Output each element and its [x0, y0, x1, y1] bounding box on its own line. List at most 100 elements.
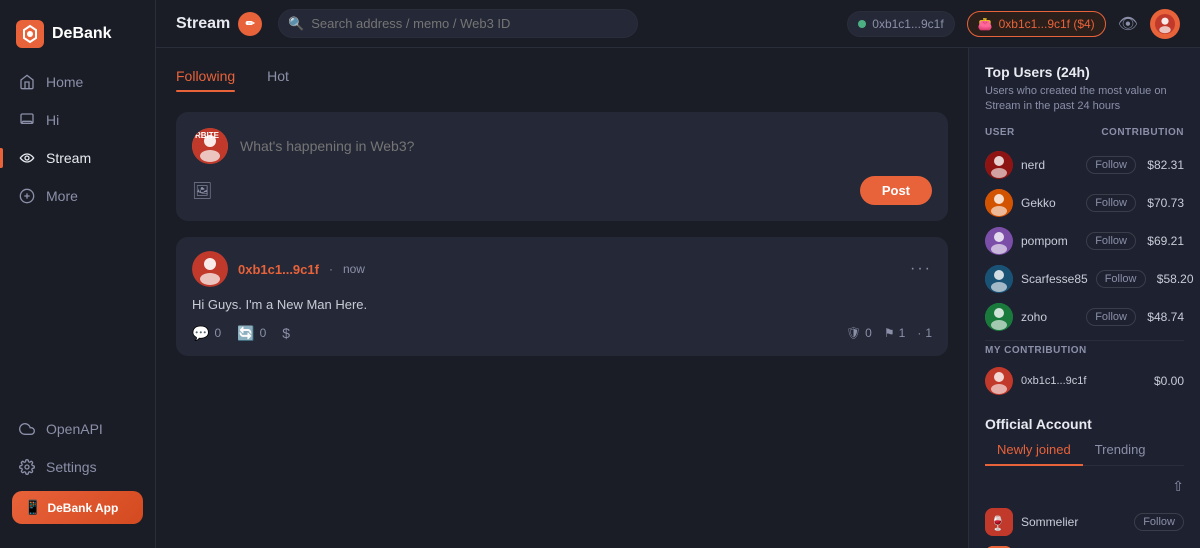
svg-text:🍷: 🍷 — [989, 515, 1006, 532]
sidebar-nav: Home Hi Stream — [0, 64, 155, 403]
official-title: Official Account — [985, 416, 1184, 432]
follow-btn-nerd[interactable]: Follow — [1086, 156, 1136, 174]
user-name-nerd: nerd — [1021, 158, 1078, 172]
sidebar-item-stream[interactable]: Stream — [8, 140, 147, 176]
home-icon — [18, 73, 36, 91]
top-users-section: Top Users (24h) Users who created the mo… — [985, 64, 1184, 400]
score-left: 🛡 0 — [846, 326, 872, 340]
sidebar-item-more[interactable]: More — [8, 178, 147, 214]
page-title: Stream — [176, 15, 230, 33]
sidebar-item-settings[interactable]: Settings — [8, 449, 147, 485]
follow-btn-zoho[interactable]: Follow — [1086, 308, 1136, 326]
edit-icon: ✏ — [246, 17, 255, 30]
user-row-gekko: Gekko Follow $70.73 — [985, 184, 1184, 222]
user-avatar-gekko — [985, 189, 1013, 217]
my-contribution-amount: $0.00 — [1144, 374, 1184, 388]
search-icon: 🔍 — [288, 16, 304, 32]
comment-action[interactable]: 💬 0 — [192, 325, 221, 342]
col-user-label: USER — [985, 127, 1015, 138]
user-amount-zoho: $48.74 — [1144, 310, 1184, 324]
user-amount-gekko: $70.73 — [1144, 196, 1184, 210]
sidebar-item-more-label: More — [46, 188, 78, 204]
search-input[interactable] — [278, 9, 638, 38]
address-badge-1[interactable]: 0xb1c1...9c1f — [847, 11, 954, 37]
eye-icon[interactable]: 👁 — [1118, 14, 1138, 34]
official-tabs: Newly joined Trending — [985, 436, 1184, 466]
user-row-zoho: zoho Follow $48.74 — [985, 298, 1184, 336]
shield-icon: 🛡 — [846, 326, 861, 340]
tab-newly-joined[interactable]: Newly joined — [985, 436, 1083, 465]
official-name-sommelier: Sommelier — [1021, 515, 1126, 529]
post-header: 0xb1c1...9c1f · now ··· — [192, 251, 932, 287]
feed-post: 0xb1c1...9c1f · now ··· Hi Guys. I'm a N… — [176, 237, 948, 356]
top-users-title: Top Users (24h) — [985, 64, 1184, 80]
share-icon[interactable]: ⇧ — [1172, 478, 1184, 495]
follow-btn-pompom[interactable]: Follow — [1086, 232, 1136, 250]
comment-icon: 💬 — [192, 325, 209, 342]
sidebar-item-openapi-label: OpenAPI — [46, 421, 103, 437]
sidebar-item-hi-label: Hi — [46, 112, 59, 128]
address-1-text: 0xb1c1...9c1f — [872, 17, 943, 31]
tab-trending[interactable]: Trending — [1083, 436, 1158, 465]
post-author[interactable]: 0xb1c1...9c1f — [238, 262, 319, 277]
dot-separator: · — [917, 326, 921, 340]
address-dot-icon — [858, 20, 866, 28]
compose-input[interactable] — [240, 138, 932, 154]
search-wrap: 🔍 — [278, 9, 638, 38]
debank-app-button[interactable]: 📱 DeBank App — [12, 491, 143, 524]
user-amount-nerd: $82.31 — [1144, 158, 1184, 172]
header-title-wrap: Stream ✏ — [176, 12, 262, 36]
my-contribution-avatar — [985, 367, 1013, 395]
top-users-subtitle: Users who created the most value on Stre… — [985, 84, 1184, 115]
address-2-text: 0xb1c1...9c1f ($4) — [999, 17, 1095, 31]
tab-following[interactable]: Following — [176, 68, 235, 92]
user-row-nerd: nerd Follow $82.31 — [985, 146, 1184, 184]
official-header-row: ⇧ — [985, 478, 1184, 495]
main-content: Stream ✏ 🔍 0xb1c1...9c1f 👛 0xb1c1...9c1f… — [156, 0, 1200, 548]
sidebar-item-hi[interactable]: Hi — [8, 102, 147, 138]
official-user-sommelier: 🍷 Sommelier Follow — [985, 503, 1184, 541]
my-contribution-address: 0xb1c1...9c1f — [1021, 375, 1136, 387]
divider — [985, 340, 1184, 341]
retweet-count: 0 — [260, 326, 267, 340]
post-avatar — [192, 251, 228, 287]
edit-button[interactable]: ✏ — [238, 12, 262, 36]
sidebar: DeBank Home Hi — [0, 0, 156, 548]
post-time: now — [343, 262, 365, 276]
address-badge-2[interactable]: 👛 0xb1c1...9c1f ($4) — [967, 11, 1106, 37]
follow-btn-scarfesse[interactable]: Follow — [1096, 270, 1146, 288]
user-amount-scarfesse: $58.20 — [1154, 272, 1194, 286]
official-section: Official Account Newly joined Trending ⇧ — [985, 416, 1184, 548]
retweet-action[interactable]: 🔄 0 — [237, 325, 266, 342]
logo[interactable]: DeBank — [0, 12, 155, 64]
openapi-icon — [18, 420, 36, 438]
post-more-button[interactable]: ··· — [910, 260, 932, 278]
sidebar-item-home[interactable]: Home — [8, 64, 147, 100]
col-contribution-label: CONTRIBUTION — [1101, 127, 1184, 138]
sidebar-item-settings-label: Settings — [46, 459, 97, 475]
follow-btn-sommelier[interactable]: Follow — [1134, 513, 1184, 531]
my-contribution-label: MY CONTRIBUTION — [985, 345, 1184, 356]
follow-btn-gekko[interactable]: Follow — [1086, 194, 1136, 212]
logo-text: DeBank — [52, 25, 112, 43]
tip-action[interactable]: $ — [282, 325, 290, 341]
feed-tabs: Following Hot — [176, 68, 948, 92]
dot-count: 1 — [925, 326, 932, 340]
image-icon[interactable]: 🖼 — [192, 181, 212, 201]
svg-text:RBITE: RBITE — [195, 131, 220, 140]
debank-app-label: DeBank App — [47, 501, 118, 515]
header: Stream ✏ 🔍 0xb1c1...9c1f 👛 0xb1c1...9c1f… — [156, 0, 1200, 48]
avatar[interactable] — [1150, 9, 1180, 39]
tab-hot[interactable]: Hot — [267, 68, 289, 92]
post-button[interactable]: Post — [860, 176, 932, 205]
official-avatar-sommelier: 🍷 — [985, 508, 1013, 536]
sidebar-item-stream-label: Stream — [46, 150, 91, 166]
user-name-pompom: pompom — [1021, 234, 1078, 248]
sidebar-item-openapi[interactable]: OpenAPI — [8, 411, 147, 447]
content-area: Following Hot RBITE — [156, 48, 1200, 548]
flag-icon: ⚑ — [884, 326, 895, 340]
my-contribution-row: 0xb1c1...9c1f $0.00 — [985, 362, 1184, 400]
score-right: ⚑ 1 — [884, 326, 905, 340]
compose-bottom: 🖼 Post — [192, 176, 932, 205]
phone-icon: 📱 — [24, 499, 41, 516]
